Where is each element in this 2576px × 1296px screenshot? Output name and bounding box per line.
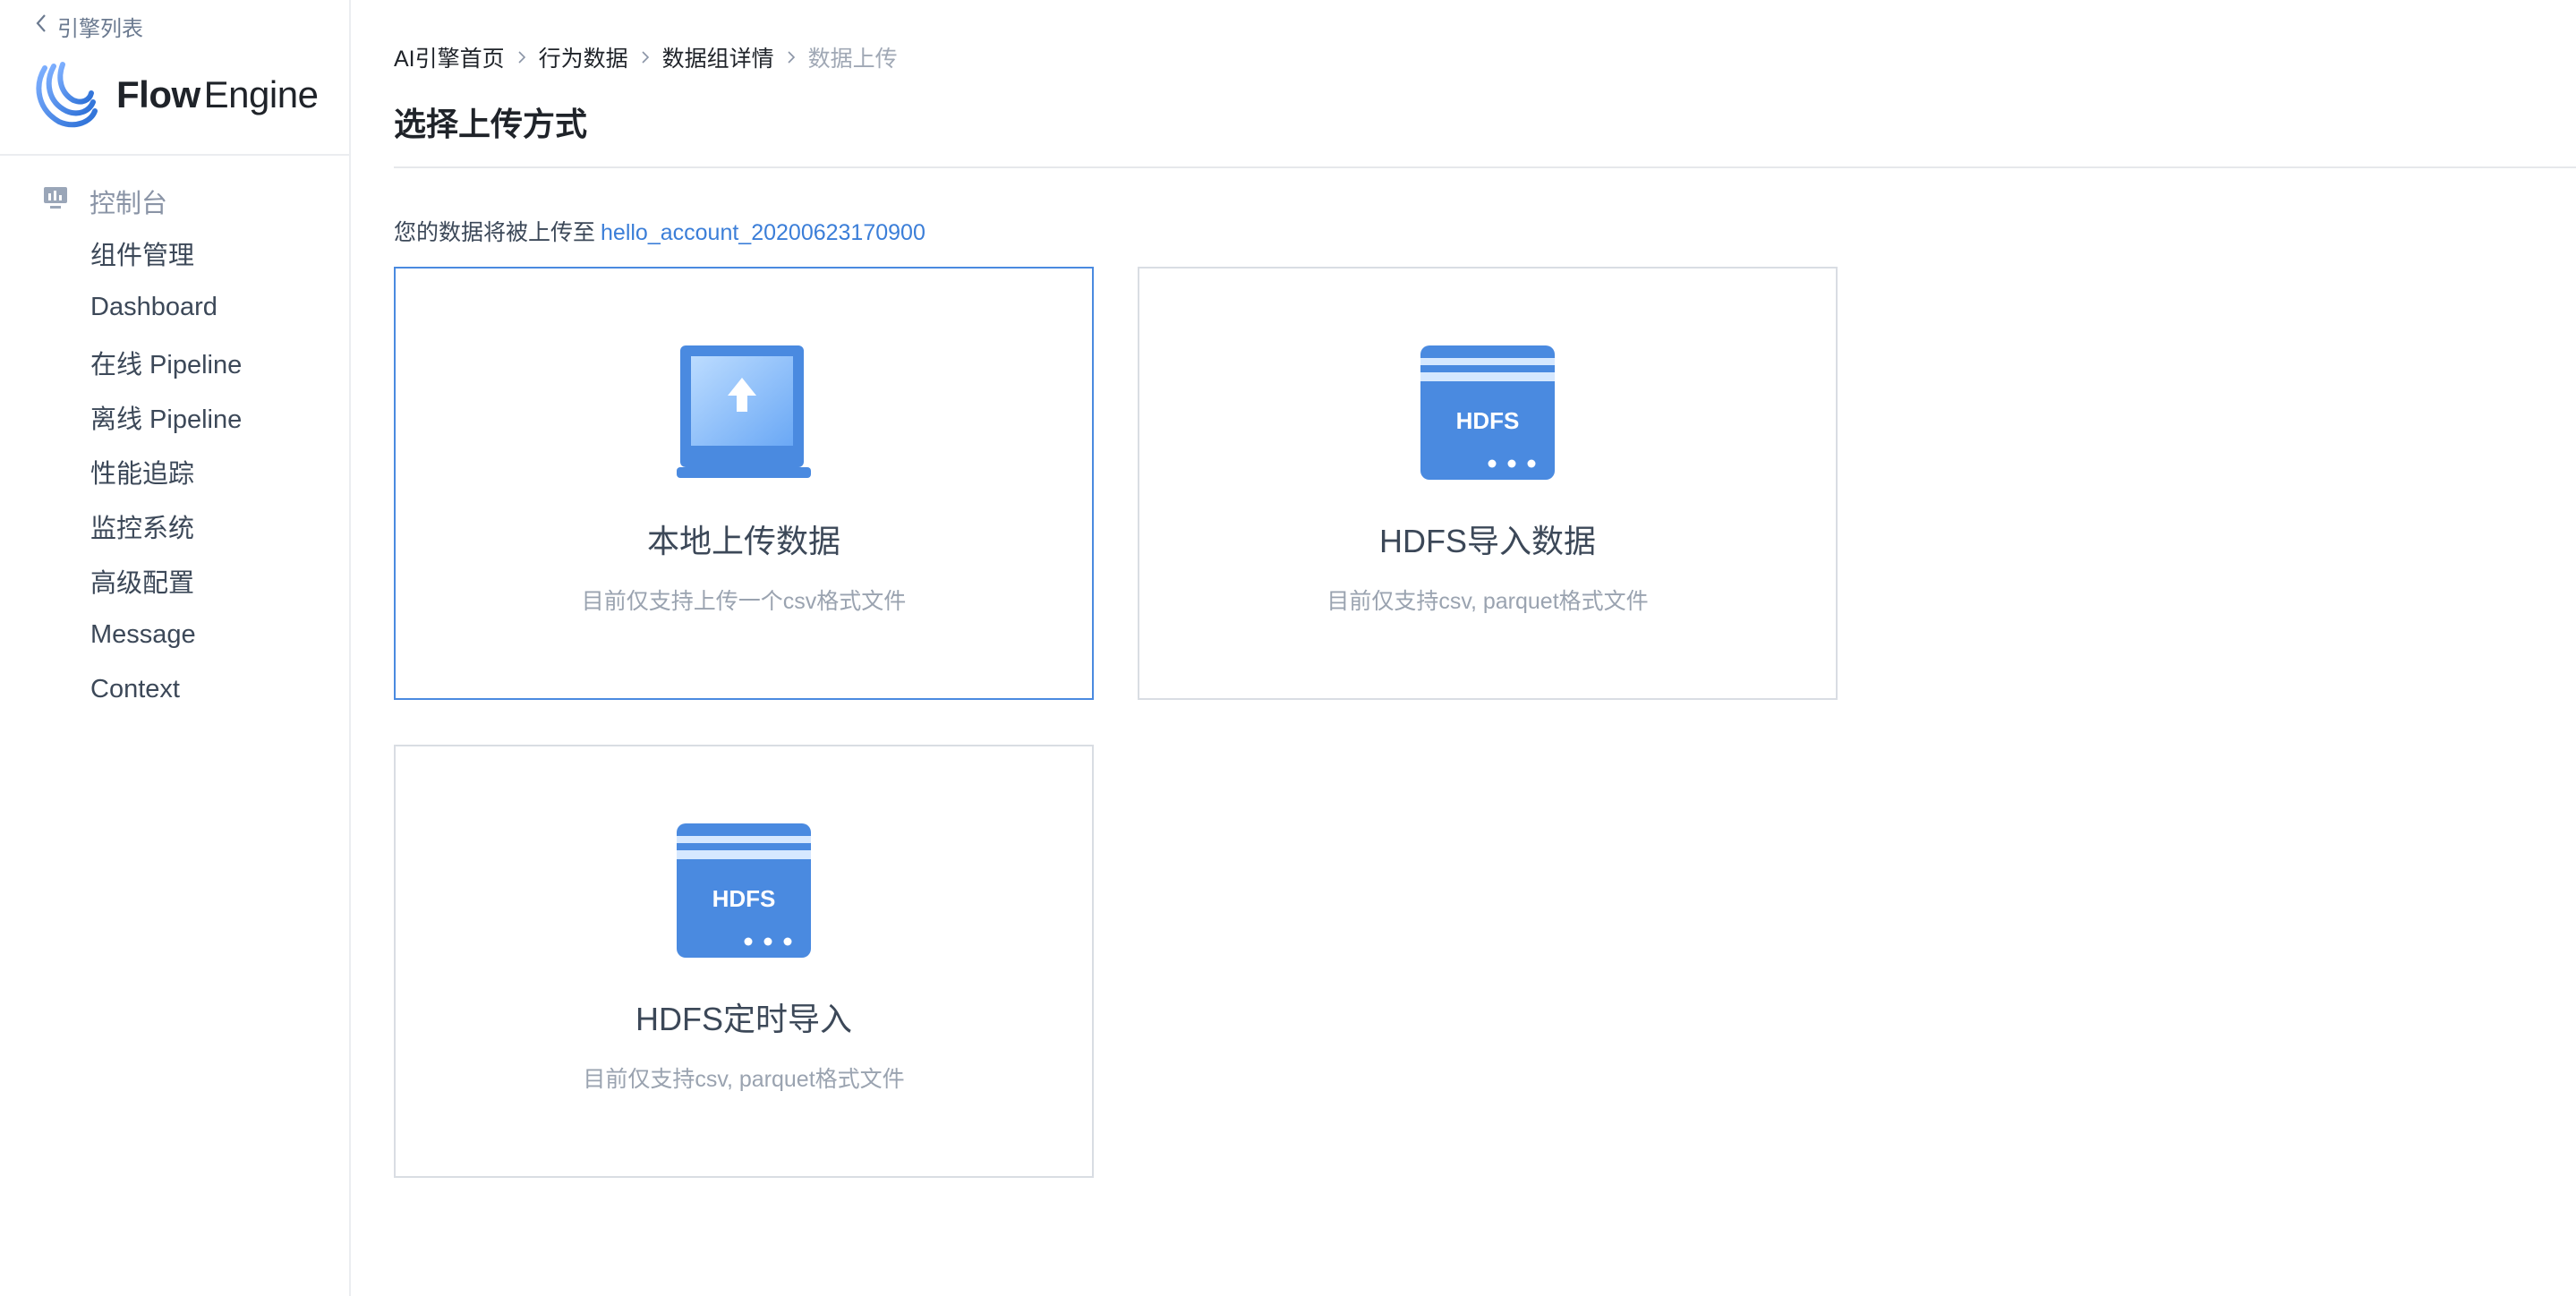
sidebar-item-context[interactable]: Context (0, 662, 349, 717)
local-upload-card[interactable]: 本地上传数据 目前仅支持上传一个csv格式文件 (394, 267, 1094, 700)
sidebar-item-online-pipeline[interactable]: 在线 Pipeline (0, 335, 349, 389)
flowengine-logo[interactable]: FlowEngine (32, 59, 319, 131)
hdfs-import-card[interactable]: HDFS HDFS导入数据 目前仅支持csv, parquet格式文件 (1138, 267, 1838, 700)
upload-target-prefix: 您的数据将被上传至 (394, 220, 596, 245)
chevron-right-icon (505, 49, 539, 65)
main-content: AI引擎首页 行为数据 数据组详情 数据上传 选择上传方式 您的数据将被上传至 h… (394, 0, 2576, 1296)
upload-target-account-link[interactable]: hello_account_20200623170900 (601, 220, 925, 245)
sidebar-item-message[interactable]: Message (0, 608, 349, 662)
card-description: 目前仅支持csv, parquet格式文件 (1326, 589, 1649, 614)
laptop-upload-icon (677, 345, 811, 482)
title-divider (394, 166, 2576, 168)
sidebar: 引擎列表 FlowEngine 控制台 组件管理 Dashboard 在线 Pi… (0, 0, 351, 1296)
hdfs-badge-text: HDFS (1456, 407, 1520, 434)
sidebar-nav: 控制台 组件管理 Dashboard 在线 Pipeline 离线 Pipeli… (0, 177, 349, 717)
breadcrumb-dataset-detail[interactable]: 数据组详情 (662, 41, 774, 73)
nav-group-console[interactable]: 控制台 (0, 177, 349, 226)
card-title: 本地上传数据 (646, 523, 840, 559)
back-to-engine-list[interactable]: 引擎列表 (34, 11, 143, 41)
chevron-right-icon (628, 49, 662, 65)
nav-group-title: 控制台 (90, 190, 168, 218)
upload-target-info: 您的数据将被上传至 hello_account_20200623170900 (394, 215, 925, 247)
breadcrumb-ai-engine-home[interactable]: AI引擎首页 (394, 41, 505, 73)
logo-wordmark: FlowEngine (116, 73, 319, 116)
console-icon (43, 186, 68, 217)
card-description: 目前仅支持上传一个csv格式文件 (581, 589, 907, 614)
hdfs-badge-text: HDFS (712, 885, 776, 912)
app-root: 引擎列表 FlowEngine 控制台 组件管理 Dashboard 在线 Pi… (0, 0, 2576, 1296)
breadcrumb: AI引擎首页 行为数据 数据组详情 数据上传 (394, 41, 898, 73)
sidebar-divider (0, 154, 349, 156)
sidebar-item-offline-pipeline[interactable]: 离线 Pipeline (0, 389, 349, 444)
sidebar-item-advanced-config[interactable]: 高级配置 (0, 553, 349, 608)
chevron-right-icon (774, 49, 808, 65)
card-description: 目前仅支持csv, parquet格式文件 (583, 1067, 905, 1092)
breadcrumb-behavior-data[interactable]: 行为数据 (539, 41, 628, 73)
card-title: HDFS定时导入 (635, 1001, 852, 1037)
flowengine-logo-icon (32, 59, 98, 131)
chevron-left-icon (34, 13, 48, 40)
card-title: HDFS导入数据 (1379, 523, 1596, 559)
hdfs-server-icon: HDFS (677, 823, 811, 959)
sidebar-item-monitoring[interactable]: 监控系统 (0, 499, 349, 553)
hdfs-server-icon: HDFS (1420, 345, 1555, 482)
page-title: 选择上传方式 (394, 106, 588, 142)
sidebar-item-performance-tracing[interactable]: 性能追踪 (0, 444, 349, 499)
breadcrumb-data-upload: 数据上传 (807, 47, 898, 72)
logo-wordmark-engine: Engine (203, 73, 319, 115)
back-link-label: 引擎列表 (57, 16, 143, 41)
sidebar-item-dashboard[interactable]: Dashboard (0, 280, 349, 335)
hdfs-scheduled-import-card[interactable]: HDFS HDFS定时导入 目前仅支持csv, parquet格式文件 (394, 745, 1094, 1178)
sidebar-item-components[interactable]: 组件管理 (0, 226, 349, 280)
logo-wordmark-flow: Flow (116, 73, 200, 115)
